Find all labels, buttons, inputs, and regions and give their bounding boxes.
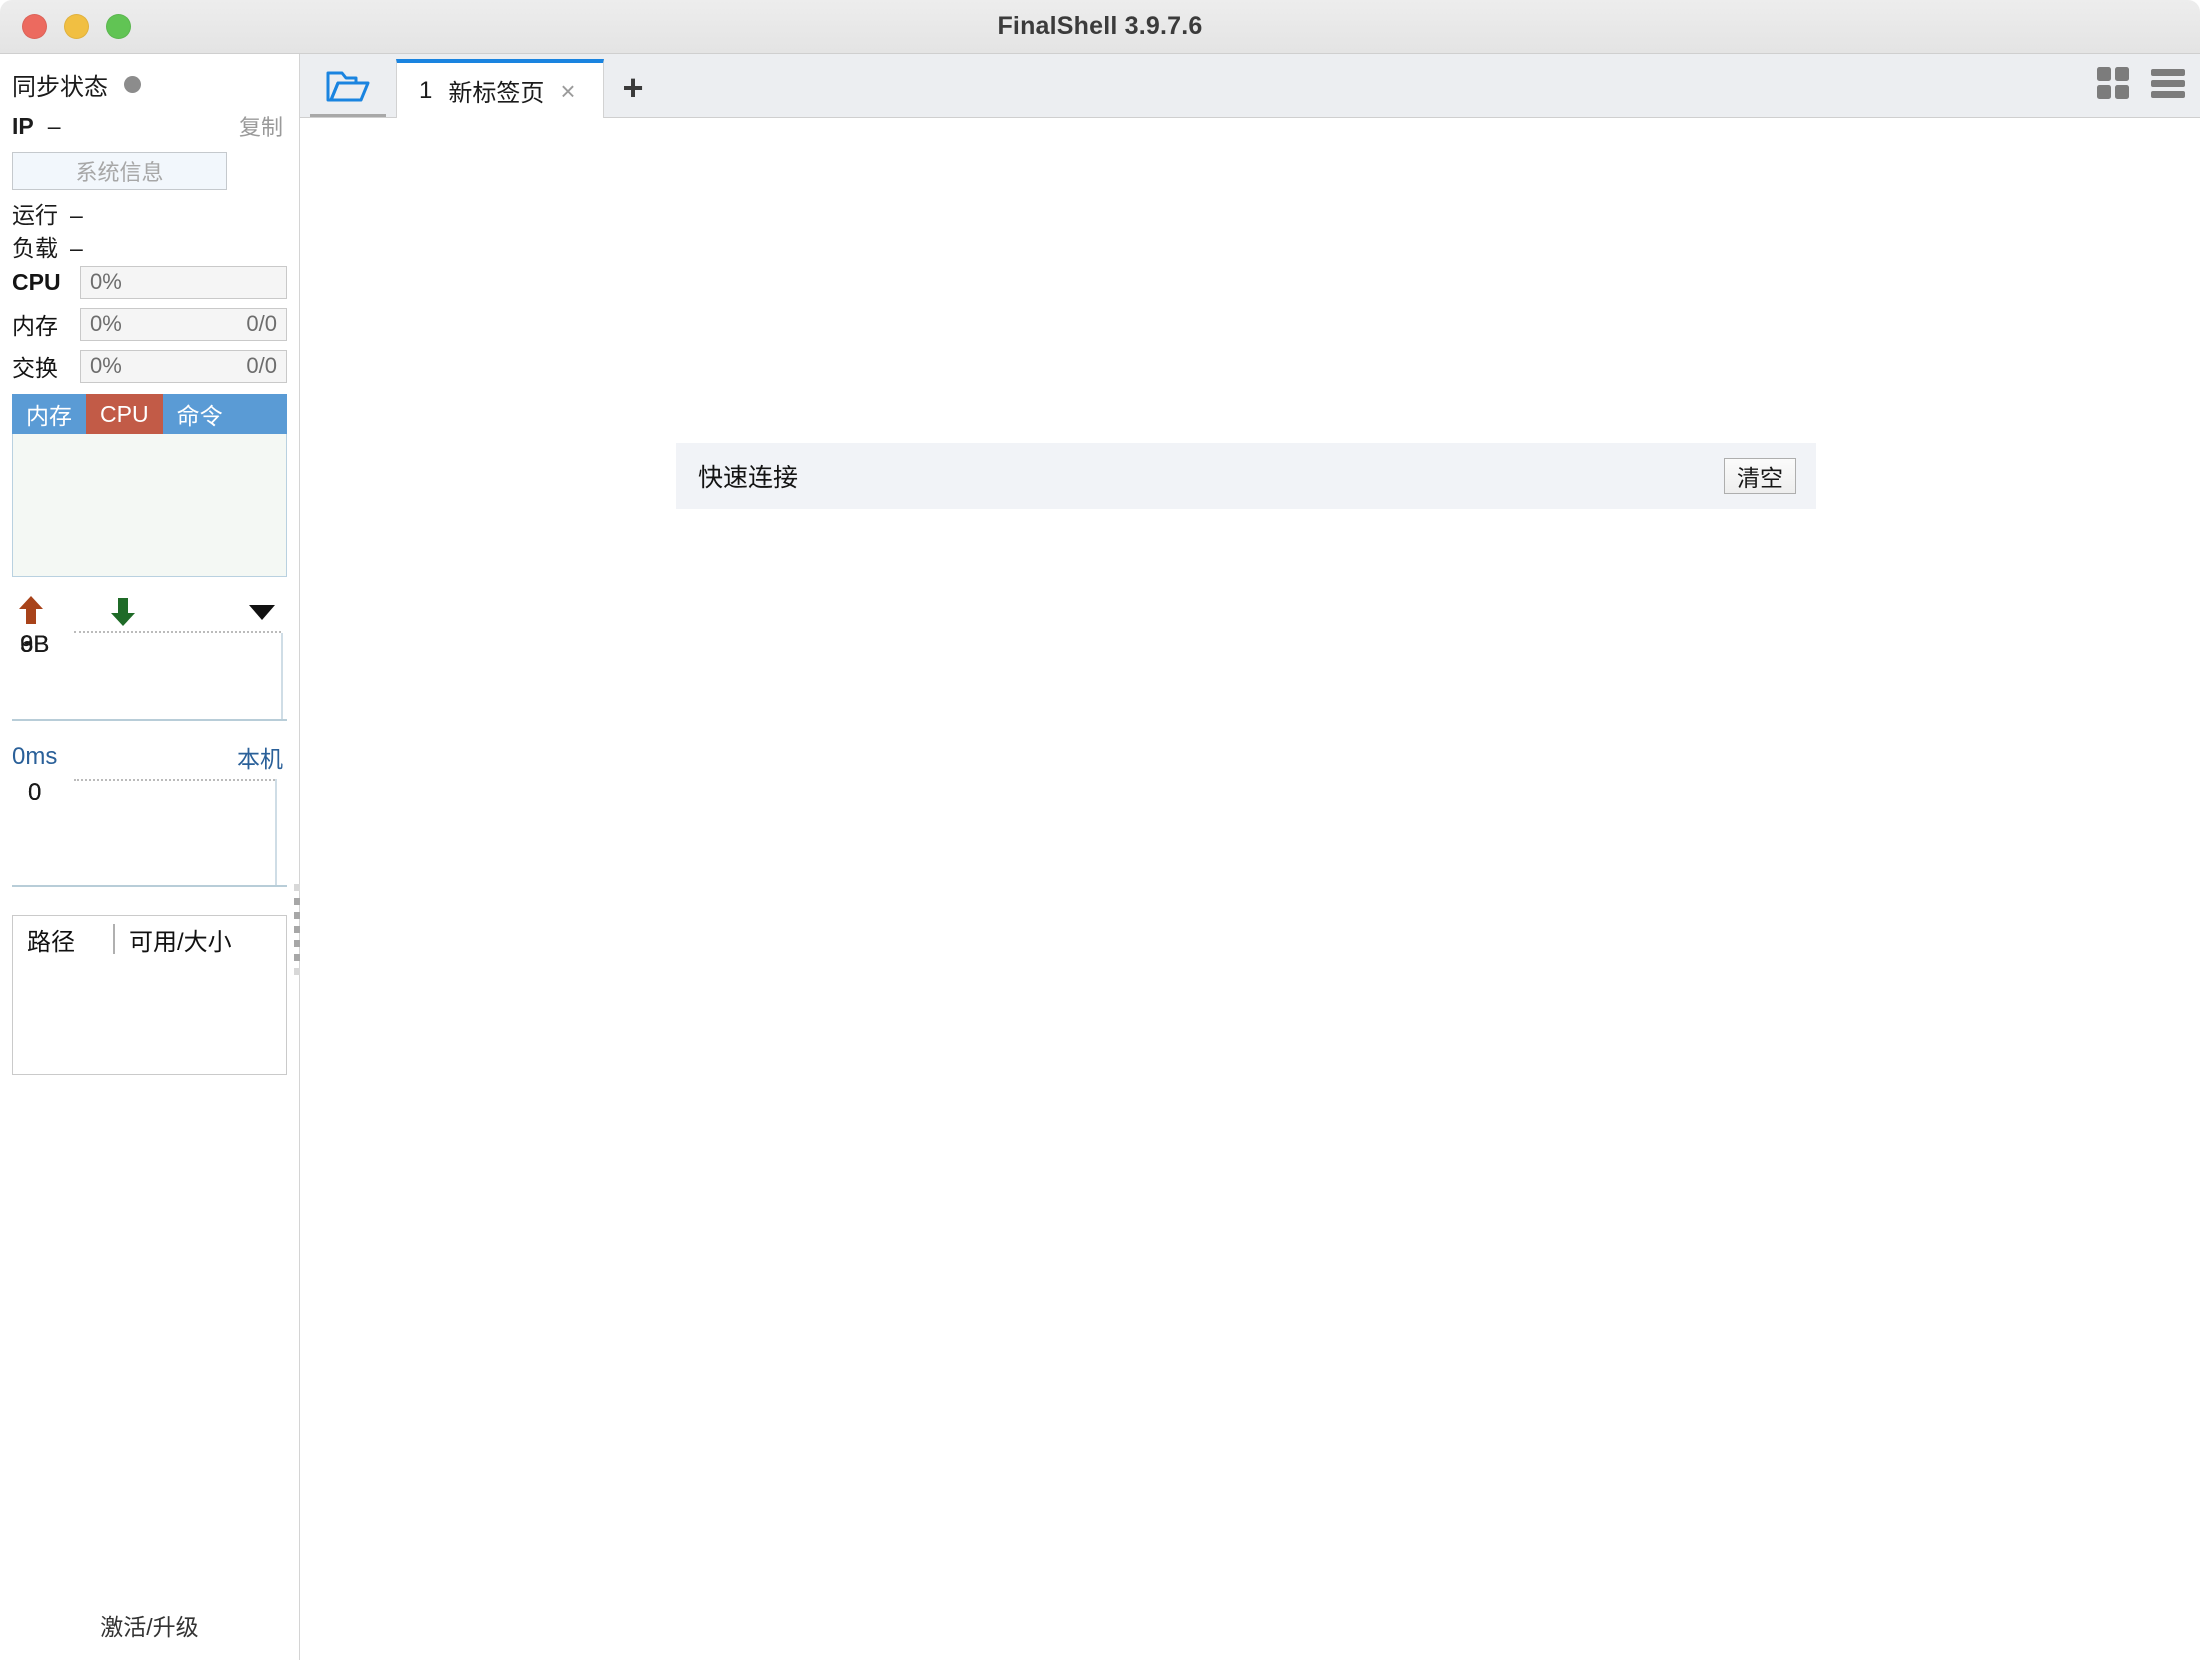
tab-memory[interactable]: 内存 [12,394,86,434]
ping-gridline-3 [74,779,275,781]
tab-bar: 1 新标签页 × + [300,54,2200,118]
ping-latency-value: 0ms [12,743,58,770]
ip-label: IP [12,112,34,139]
network-graph-menu-icon[interactable] [249,605,275,625]
memory-meter-row: 内存 0% 0/0 [12,304,287,344]
load-value: – [70,235,83,261]
net-gridline-3 [74,631,281,633]
tab-command[interactable]: 命令 [162,394,237,434]
ip-value: – [47,112,61,139]
list-view-icon[interactable] [2150,66,2186,105]
ping-header: 0ms 本机 [12,735,287,779]
new-tab-button[interactable]: + [604,61,662,117]
quick-connect-clear-button[interactable]: 清空 [1724,458,1796,494]
memory-meter-bar: 0% 0/0 [80,307,287,341]
load-row: 负载 – [12,229,287,262]
memory-meter-label: 内存 [12,313,58,339]
open-folder-button[interactable] [310,63,386,117]
upload-arrow-icon [18,595,44,630]
disk-column-path: 路径 [27,928,75,956]
sync-status-indicator-icon [124,75,141,93]
swap-meter-label: 交换 [12,355,58,381]
download-arrow-icon [110,597,136,632]
ping-y-label-3: 0 [28,779,42,806]
swap-meter-row: 交换 0% 0/0 [12,346,287,386]
tab-new-page[interactable]: 1 新标签页 × [396,59,604,118]
cpu-meter-percent: 0% [90,269,122,294]
uptime-value: – [70,202,83,228]
main-area: 1 新标签页 × + 快速连接 清空 [300,54,2200,1660]
quick-connect-title: 快速连接 [698,464,799,492]
tab-close-icon[interactable]: × [560,78,575,104]
process-list-panel [12,434,287,577]
folder-open-icon [326,68,370,109]
copy-ip-button[interactable]: 复制 [239,110,287,142]
uptime-row: 运行 – [12,196,287,229]
swap-meter-percent: 0% [90,353,122,378]
memory-meter-percent: 0% [90,311,122,336]
disk-usage-table: 路径 可用/大小 [12,915,287,1075]
disk-column-divider [113,924,115,954]
net-y-label-3: 3B [20,631,50,658]
system-info-button[interactable]: 系统信息 [12,152,227,190]
sync-status-label: 同步状态 [12,73,108,101]
network-graph-header [12,595,287,631]
window-title: FinalShell 3.9.7.6 [997,12,1203,40]
cpu-meter-label: CPU [12,268,61,295]
title-bar: FinalShell 3.9.7.6 [0,0,2200,54]
app-window: FinalShell 3.9.7.6 同步状态 IP – 复制 系统信息 运行 … [0,0,2200,1660]
tab-index: 1 [419,76,433,104]
process-tabs-filler [236,394,287,434]
cpu-meter-bar: 0% [80,265,287,299]
net-graph-edge [281,633,283,719]
network-traffic-graph: 9B 6B 3B [12,631,287,721]
ping-graph: 0 0 0 [12,779,287,887]
memory-meter-detail: 0/0 [246,311,277,336]
disk-column-size: 可用/大小 [129,928,232,956]
quick-connect-panel: 快速连接 清空 [676,443,1816,509]
sidebar: 同步状态 IP – 复制 系统信息 运行 – 负载 – CPU 0% 内存 0%… [0,54,301,1660]
tab-cpu[interactable]: CPU [86,394,163,434]
activate-upgrade-link[interactable]: 激活/升级 [12,1590,287,1660]
swap-meter-detail: 0/0 [246,353,277,378]
app-body: 同步状态 IP – 复制 系统信息 运行 – 负载 – CPU 0% 内存 0%… [0,54,2200,1660]
sync-status-row: 同步状态 [12,54,287,104]
ping-graph-edge [275,779,277,885]
ip-row: IP – 复制 [12,104,287,148]
cpu-meter-row: CPU 0% [12,262,287,302]
tab-bar-actions [2096,66,2186,105]
disk-table-header: 路径 可用/大小 [13,916,286,962]
ping-host-label[interactable]: 本机 [237,740,287,774]
content-area: 快速连接 清空 [300,118,2200,1660]
uptime-label: 运行 [12,202,58,228]
swap-meter-bar: 0% 0/0 [80,349,287,383]
grid-view-icon[interactable] [2096,66,2130,105]
tab-label: 新标签页 [448,80,545,107]
process-tabs: 内存 CPU 命令 [12,394,287,434]
load-label: 负载 [12,235,58,261]
